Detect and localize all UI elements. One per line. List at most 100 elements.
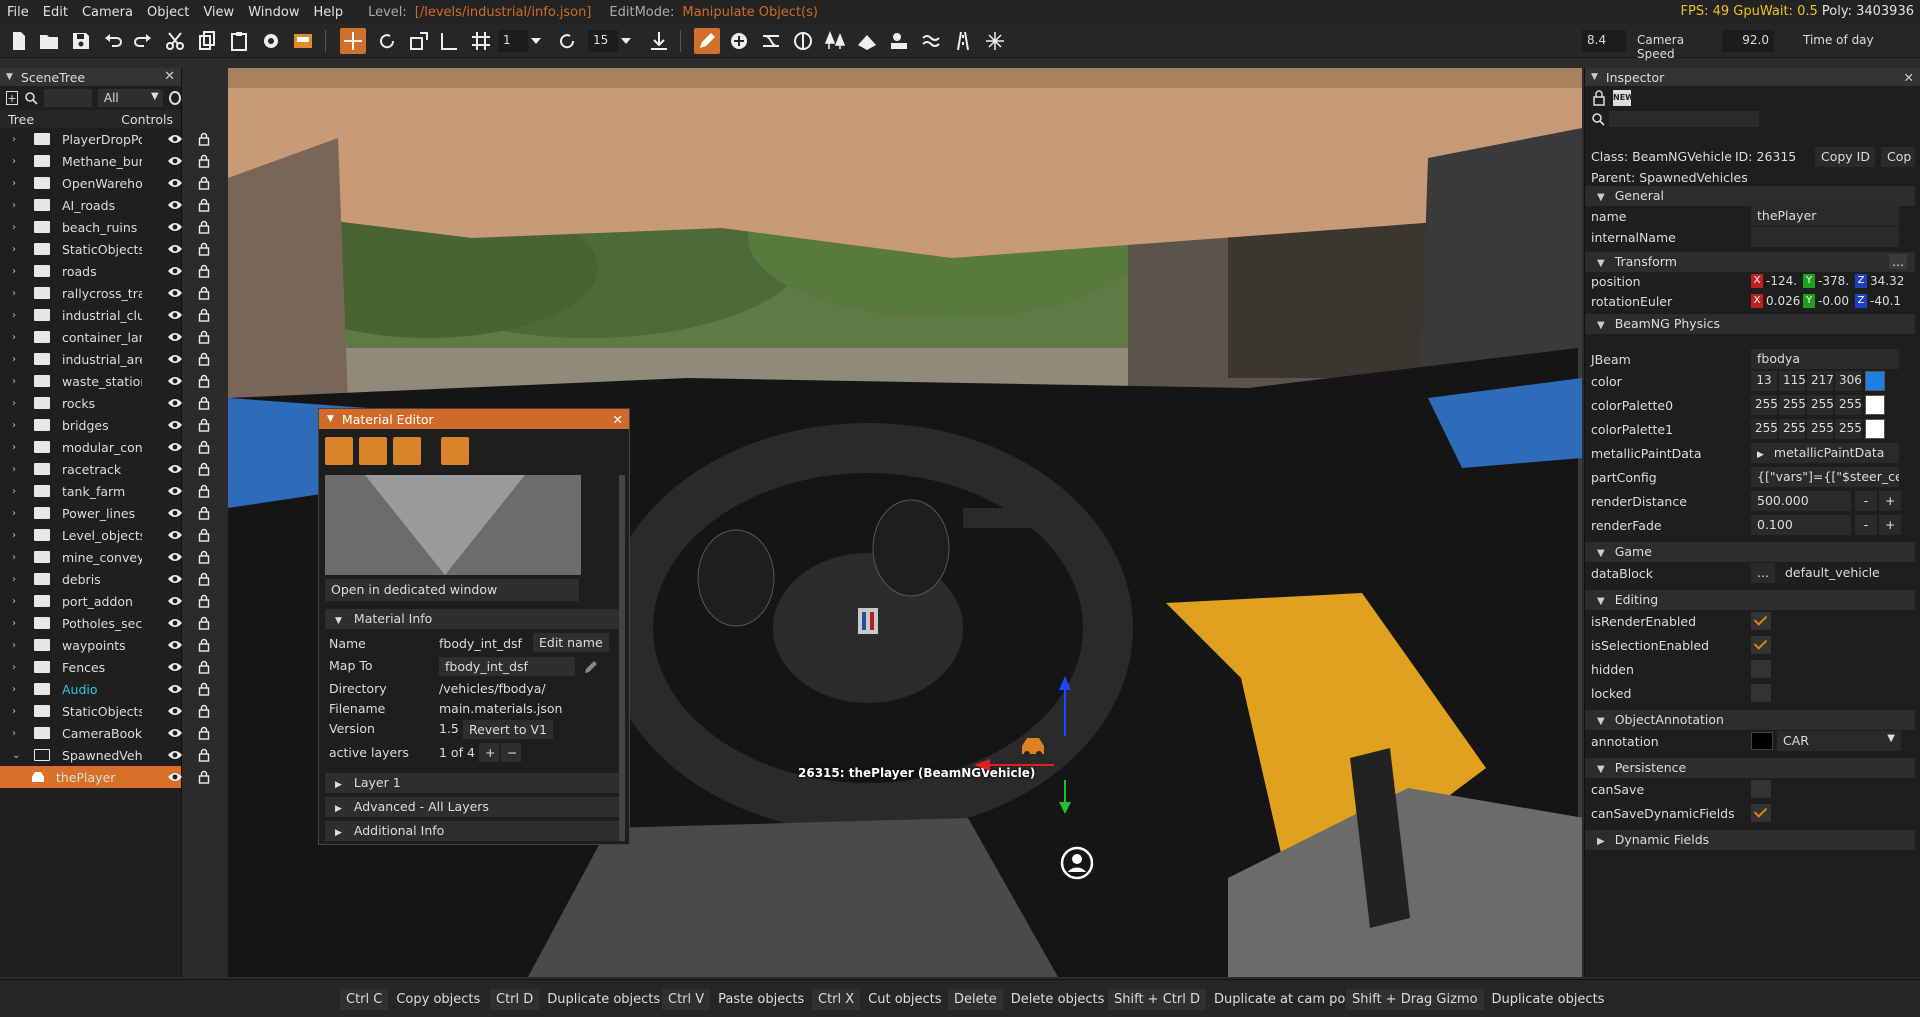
renderdistance-input[interactable]: 500.000 [1751, 491, 1851, 511]
redo-icon[interactable] [130, 28, 156, 54]
section-dynamic-fields[interactable]: ▶ Dynamic Fields [1585, 830, 1915, 850]
close-icon[interactable]: ✕ [164, 69, 175, 84]
lock-icon[interactable] [198, 198, 210, 212]
section-persistence[interactable]: ▼ Persistence [1585, 758, 1915, 778]
chevron-right-icon[interactable]: › [12, 288, 24, 299]
close-icon[interactable]: ✕ [613, 412, 623, 427]
remove-layer-button[interactable]: − [501, 743, 521, 762]
chevron-right-icon[interactable]: › [12, 530, 24, 541]
chevron-right-icon[interactable]: › [12, 574, 24, 585]
lock-icon[interactable] [198, 308, 210, 322]
section-annotation[interactable]: ▼ ObjectAnnotation [1585, 710, 1915, 730]
chevron-right-icon[interactable]: › [12, 200, 24, 211]
collapse-icon[interactable]: ▼ [6, 72, 13, 82]
renderfade-plus[interactable]: + [1879, 515, 1901, 535]
tree-item[interactable]: ⌄ SpawnedVehicles [0, 744, 210, 766]
close-icon[interactable]: ✕ [1904, 70, 1914, 85]
lock-icon[interactable] [198, 418, 210, 432]
decal-icon[interactable] [790, 28, 816, 54]
renderdistance-plus[interactable]: + [1879, 491, 1901, 511]
tree-item[interactable]: thePlayer [0, 766, 210, 788]
section-editing[interactable]: ▼ Editing [1585, 590, 1915, 610]
menu-file[interactable]: File [0, 5, 36, 20]
copy-button[interactable]: Cop [1881, 147, 1915, 167]
color_values-cell[interactable]: 13 [1751, 371, 1777, 391]
chevron-right-icon[interactable]: › [12, 376, 24, 387]
annotation-select[interactable]: CAR ▼ [1777, 731, 1901, 751]
visibility-eye-icon[interactable] [167, 507, 183, 519]
tree-item[interactable]: › port_addon [0, 590, 210, 612]
chevron-right-icon[interactable]: › [12, 486, 24, 497]
lock-icon[interactable] [198, 748, 210, 762]
new-badge-icon[interactable]: NEW [1613, 90, 1634, 106]
menu-help[interactable]: Help [306, 5, 350, 20]
tree-item[interactable]: › mine_conveyor [0, 546, 210, 568]
section-transform[interactable]: ▼ Transform... [1585, 252, 1915, 272]
tree-item[interactable]: › StaticObjects [0, 238, 210, 260]
transform-more-button[interactable]: ... [1889, 254, 1907, 269]
revert-button[interactable]: Revert to V1 [463, 720, 553, 739]
tree-item[interactable]: › beach_ruins [0, 216, 210, 238]
add-object-icon[interactable] [726, 28, 752, 54]
chevron-right-icon[interactable]: › [12, 244, 24, 255]
position-z[interactable]: Z 34.32 [1855, 272, 1904, 290]
tree-item[interactable]: › Fences [0, 656, 210, 678]
tree-item[interactable]: › CameraBookmarks [0, 722, 210, 744]
chevron-right-icon[interactable]: › [12, 398, 24, 409]
lock-icon[interactable] [198, 616, 210, 630]
metallic-expand[interactable]: ▶ metallicPaintData [1751, 443, 1899, 463]
chevron-right-icon[interactable]: › [12, 222, 24, 233]
radio-icon[interactable] [168, 91, 182, 105]
visibility-eye-icon[interactable] [167, 199, 183, 211]
chevron-right-icon[interactable]: › [12, 728, 24, 739]
chevron-right-icon[interactable]: › [12, 508, 24, 519]
chevron-right-icon[interactable]: › [12, 266, 24, 277]
visibility-eye-icon[interactable] [167, 485, 183, 497]
lock-icon[interactable] [198, 594, 210, 608]
tree-item[interactable]: › OpenWarehouse [0, 172, 210, 194]
vehicle-icon[interactable] [290, 28, 316, 54]
tree-item[interactable]: › Power_lines [0, 502, 210, 524]
new-file-icon[interactable] [6, 28, 32, 54]
visibility-eye-icon[interactable] [167, 397, 183, 409]
visibility-eye-icon[interactable] [167, 661, 183, 673]
visibility-eye-icon[interactable] [167, 749, 183, 761]
color_values-cell[interactable]: 115 [1779, 371, 1806, 391]
translate-gizmo-icon[interactable] [340, 28, 366, 54]
tree-item[interactable]: › Audio [0, 678, 210, 700]
section-additional[interactable]: ▶ Additional Info [325, 821, 625, 841]
road-spline-icon[interactable] [950, 28, 976, 54]
lock-icon[interactable] [198, 638, 210, 652]
undo-icon[interactable] [100, 28, 126, 54]
add-layer-button[interactable]: + [479, 743, 499, 762]
scrollbar[interactable] [619, 475, 625, 841]
color_values-cell[interactable]: 217 [1807, 371, 1834, 391]
chevron-right-icon[interactable]: › [12, 332, 24, 343]
menu-edit[interactable]: Edit [36, 5, 75, 20]
lock-icon[interactable] [198, 528, 210, 542]
chevron-right-icon[interactable]: › [12, 706, 24, 717]
tree-item[interactable]: › debris [0, 568, 210, 590]
locked-checkbox[interactable] [1751, 684, 1771, 702]
tree-item[interactable]: › industrial_clutter [0, 304, 210, 326]
tree-item[interactable]: › roads [0, 260, 210, 282]
visibility-eye-icon[interactable] [167, 617, 183, 629]
lock-icon[interactable] [198, 330, 210, 344]
chevron-right-icon[interactable]: › [12, 156, 24, 167]
chevron-right-icon[interactable]: › [12, 596, 24, 607]
terrain-icon[interactable] [854, 28, 880, 54]
open-folder-icon[interactable] [36, 28, 62, 54]
object-edit-pencil-icon[interactable] [694, 28, 720, 54]
lock-icon[interactable] [198, 550, 210, 564]
rotate-snap-value[interactable]: 15 [588, 30, 618, 52]
menu-window[interactable]: Window [241, 5, 306, 20]
chevron-right-icon[interactable]: › [12, 618, 24, 629]
tree-item[interactable]: › Potholes_section [0, 612, 210, 634]
visibility-eye-icon[interactable] [167, 331, 183, 343]
search-input[interactable] [43, 89, 92, 107]
tree-item[interactable]: › waypoints [0, 634, 210, 656]
chevron-right-icon[interactable]: › [12, 134, 24, 145]
visibility-eye-icon[interactable] [167, 551, 183, 563]
section-material-info[interactable]: ▼ Material Info [325, 609, 625, 629]
lock-icon[interactable] [198, 352, 210, 366]
